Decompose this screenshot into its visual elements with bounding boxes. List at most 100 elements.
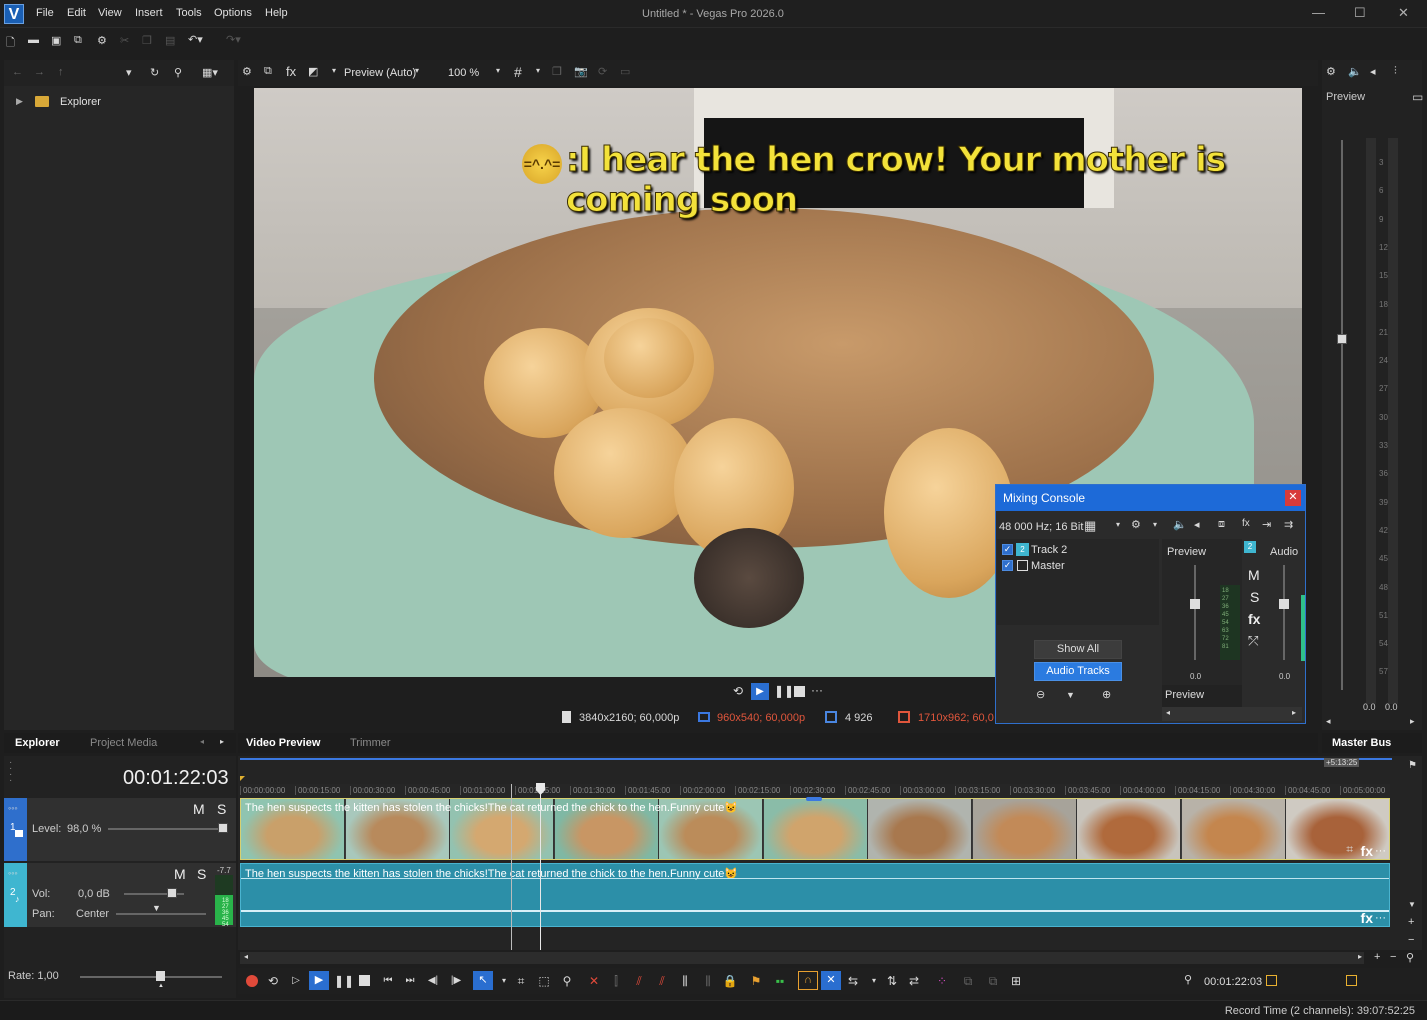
mixer-fx-button[interactable]: fx (1248, 611, 1260, 627)
loop-icon[interactable]: ⟲ (265, 973, 281, 989)
preview-settings-icon[interactable]: ⚙ (242, 65, 252, 78)
refresh-icon[interactable]: ↻ (150, 66, 159, 79)
trim-icon[interactable]: ⫿ (608, 973, 624, 989)
audio-vol-slider-handle[interactable] (167, 888, 177, 898)
v-scroll-down-icon[interactable]: ▼ (1408, 900, 1416, 909)
play-button[interactable]: ▶ (309, 971, 329, 990)
cut-icon[interactable]: ✂ (120, 34, 129, 47)
preview-play-button[interactable]: ▶ (751, 683, 769, 700)
close-window-button[interactable]: ✕ (1398, 5, 1409, 21)
scroll-left-icon[interactable]: ◂ (1326, 716, 1331, 727)
mixer-h-scrollbar[interactable] (1162, 707, 1302, 721)
copy-icon[interactable]: ❐ (142, 34, 152, 47)
mixer-solo-button[interactable]: S (1250, 589, 1259, 605)
stop-button[interactable] (359, 975, 370, 986)
view-grid-icon[interactable]: ▦▾ (202, 66, 218, 79)
zoom-select[interactable]: 100 % (448, 67, 479, 79)
track-height-minus-icon[interactable]: − (1408, 934, 1414, 946)
mixer-mute-button[interactable]: M (1248, 567, 1260, 583)
h-scroll-left-icon[interactable]: ◂ (244, 952, 248, 961)
tab-project-media[interactable]: Project Media (90, 737, 157, 749)
mixer-close-button[interactable]: ✕ (1285, 490, 1301, 506)
paste-icon[interactable]: ▤ (165, 34, 175, 47)
insert-bus-icon[interactable]: ⇥ (1262, 518, 1271, 531)
nest-icon[interactable]: ⧉ (985, 973, 1001, 989)
explorer-tree-item[interactable]: Explorer (60, 96, 101, 108)
audio-scrub-icon[interactable]: ⟳ (598, 65, 607, 78)
video-level-slider-handle[interactable] (217, 823, 228, 833)
record-button[interactable] (246, 975, 258, 987)
selection-end-icon[interactable] (1346, 975, 1357, 986)
show-all-button[interactable]: Show All (1034, 640, 1122, 659)
timeline-timecode[interactable]: 00:01:22:03 (123, 767, 229, 790)
mixer-settings-dropdown-icon[interactable]: ▾ (1153, 520, 1157, 529)
normal-edit-tool-button[interactable]: ↖ (473, 971, 493, 990)
forward-arrow-icon[interactable]: → (34, 66, 45, 78)
video-clip-fx-icon[interactable]: fx (1361, 843, 1373, 859)
master-settings-icon[interactable]: ⚙ (1326, 65, 1336, 78)
zoom-out-time-icon[interactable]: − (1390, 951, 1396, 963)
preview-pause-button[interactable]: ❚❚ (774, 684, 794, 698)
timeline-ruler[interactable]: 00:00:00:00 00:00:15:00 00:00:30:00 00:00:4… (240, 784, 1390, 798)
ripple-edit-icon[interactable]: ⇆ (845, 973, 861, 989)
mixer-title-bar[interactable]: Mixing Console (996, 485, 1305, 511)
mixer-speaker-icon[interactable]: 🔈 (1173, 518, 1187, 531)
timeline-h-scrollbar[interactable] (240, 952, 1364, 964)
timeline-marker-icon[interactable]: ⚑ (1408, 760, 1417, 771)
split-screen-icon[interactable]: ◩ (308, 65, 318, 78)
marker-flag-icon[interactable]: ⚑ (748, 973, 764, 989)
preview-strip-fader-handle[interactable] (1190, 599, 1200, 609)
downmix-icon[interactable]: ◂ (1370, 65, 1376, 78)
menu-tools[interactable]: Tools (176, 7, 202, 19)
undo-icon[interactable]: ↶▾ (188, 33, 203, 46)
mixer-scroll-left-icon[interactable]: ◂ (1166, 708, 1170, 717)
preview-stop-button[interactable] (794, 686, 805, 697)
split-icon[interactable]: ⫼ (677, 973, 693, 989)
tab-trimmer[interactable]: Trimmer (350, 737, 391, 749)
save-snapshot-icon[interactable]: 📷 (574, 65, 588, 78)
menu-help[interactable]: Help (265, 7, 288, 19)
audio-track-mute-button[interactable]: M (174, 866, 186, 882)
auto-crossfade-button[interactable]: ✕ (821, 971, 841, 990)
save-icon[interactable]: ▣ (51, 34, 61, 47)
back-arrow-icon[interactable]: ← (12, 66, 23, 78)
timeline-grip-icon[interactable]: · · · · (9, 758, 12, 786)
render-icon[interactable]: ⧉ (74, 34, 82, 47)
preview-more-icon[interactable]: ··· (811, 683, 823, 697)
audio-tracks-button[interactable]: Audio Tracks (1034, 662, 1122, 681)
mixer-automation-icon[interactable]: ⤱ (1248, 633, 1258, 649)
pause-button[interactable]: ❚❚ (334, 973, 354, 989)
lock-icon[interactable]: 🔒 (722, 973, 738, 989)
zoom-level-icon[interactable]: ▼ (1066, 690, 1075, 700)
video-scopes-icon[interactable]: ▭ (620, 65, 630, 78)
event-fx-icon[interactable]: ⇄ (906, 973, 922, 989)
minimize-button[interactable]: — (1312, 5, 1325, 20)
video-track-expand-icon[interactable]: ◦◦◦ (8, 803, 18, 813)
maximize-button[interactable]: ☐ (1354, 5, 1366, 21)
mixer-dim-icon[interactable]: ⧈ (1218, 518, 1225, 531)
edit-tool-dropdown-icon[interactable]: ▾ (496, 973, 512, 989)
mixer-fx-icon[interactable]: fx (1242, 518, 1250, 529)
region-icon[interactable]: ▪▪ (772, 973, 788, 989)
settings-gear-icon[interactable]: ⚙ (97, 34, 107, 47)
mute-speaker-icon[interactable]: 🔈 (1348, 65, 1362, 78)
video-track-solo-button[interactable]: S (217, 801, 226, 817)
tab-scroll-right-icon[interactable]: ▸ (220, 737, 224, 746)
delete-icon[interactable]: ✕ (586, 973, 602, 989)
zoom-tool-icon2[interactable]: ⚲ (559, 973, 575, 989)
crop-icon[interactable]: ⌗ (1346, 842, 1353, 857)
multicam-icon[interactable]: ⧉ (960, 973, 976, 989)
tab-scroll-left-icon[interactable]: ◂ (200, 737, 204, 746)
audio-clip-fx-icon[interactable]: fx (1361, 910, 1373, 926)
mixer-layout-dropdown-icon[interactable]: ▾ (1116, 520, 1120, 529)
video-clip-more-icon[interactable]: ··· (1375, 845, 1386, 857)
selection-tool-icon[interactable]: ⬚ (536, 973, 552, 989)
track2-checkbox[interactable]: ✓ (1002, 544, 1013, 555)
menu-file[interactable]: File (36, 7, 54, 19)
play-from-start-button[interactable]: ▷ (288, 973, 304, 989)
overlay-dropdown-icon[interactable]: ▾ (536, 66, 540, 75)
trim-end-icon[interactable]: ⫽ (654, 973, 670, 989)
master-checkbox[interactable]: ✓ (1002, 560, 1013, 571)
copy-snapshot-icon[interactable]: ❐ (552, 65, 562, 78)
audio-pan-slider-handle[interactable]: ▼ (152, 903, 161, 913)
